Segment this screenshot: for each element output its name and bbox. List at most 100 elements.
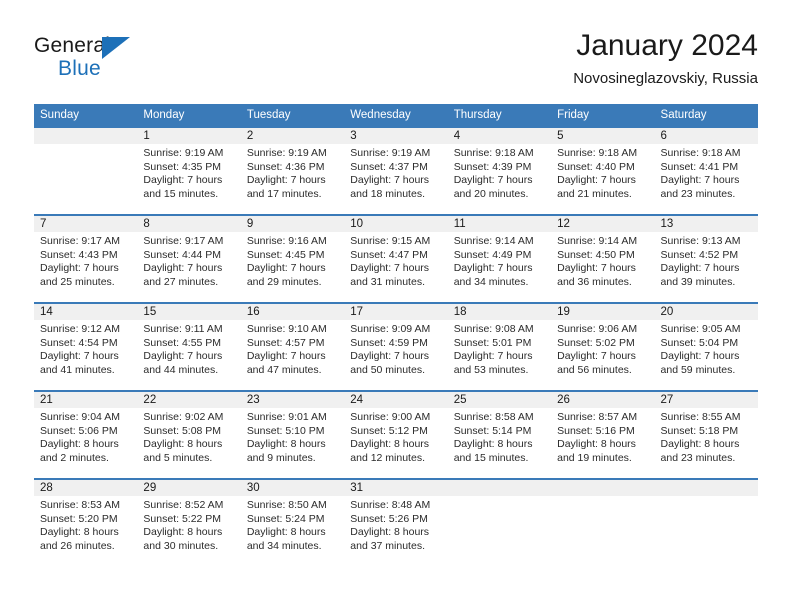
sunset-text: Sunset: 4:47 PM [350,248,428,261]
day-number: 25 [447,392,552,408]
sunrise-text: Sunrise: 9:08 AM [453,323,534,335]
weekday-header-wednesday: Wednesday [344,104,448,127]
daylight-text-line2: and 17 minutes. [246,187,322,200]
day-cell[interactable]: 22 Sunrise: 9:02 AM Sunset: 5:08 PM Dayligh… [137,390,241,479]
daylight-text-line1: Daylight: 7 hours [660,174,740,187]
sunrise-text: Sunrise: 9:16 AM [246,235,327,247]
calendar-page: General Blue January 2024 Novosineglazov… [0,0,792,612]
day-cell[interactable]: 21 Sunrise: 9:04 AM Sunset: 5:06 PM Dayligh… [34,390,138,479]
daylight-text-line1: Daylight: 7 hours [453,262,533,275]
day-cell[interactable]: 6 Sunrise: 9:18 AM Sunset: 4:41 PM Daylight… [654,126,758,215]
day-cell[interactable]: 30 Sunrise: 8:50 AM Sunset: 5:24 PM Dayligh… [240,478,345,566]
day-number: 4 [447,128,552,144]
sunset-text: Sunset: 4:35 PM [143,160,222,173]
weekday-header-sunday: Sunday [34,104,138,127]
day-number: 6 [654,128,758,144]
day-cell[interactable]: 17 Sunrise: 9:09 AM Sunset: 4:59 PM Dayligh… [344,302,448,391]
day-cell[interactable]: 24 Sunrise: 9:00 AM Sunset: 5:12 PM Dayligh… [344,390,448,479]
daylight-text-line2: and 39 minutes. [660,275,736,288]
day-cell[interactable]: 13 Sunrise: 9:13 AM Sunset: 4:52 PM Dayligh… [654,214,758,303]
sunrise-text: Sunrise: 9:09 AM [350,323,431,335]
day-cell[interactable] [654,478,758,566]
daylight-text-line1: Daylight: 8 hours [246,438,326,451]
logo-text-general: General [34,34,111,57]
day-cell[interactable]: 19 Sunrise: 9:06 AM Sunset: 5:02 PM Dayligh… [551,302,655,391]
day-cell[interactable] [551,478,655,566]
daylight-text-line2: and 12 minutes. [350,451,425,464]
day-cell[interactable]: 7 Sunrise: 9:17 AM Sunset: 4:43 PM Daylight… [34,214,138,303]
daylight-text-line1: Daylight: 7 hours [350,174,430,187]
week-row: 7 Sunrise: 9:17 AM Sunset: 4:43 PM Daylight… [34,214,758,303]
day-cell[interactable]: 5 Sunrise: 9:18 AM Sunset: 4:40 PM Daylight… [551,126,655,215]
day-cell[interactable]: 9 Sunrise: 9:16 AM Sunset: 4:45 PM Daylight… [240,214,345,303]
daylight-text-line2: and 23 minutes. [660,187,736,200]
daylight-text-line1: Daylight: 8 hours [660,438,740,451]
day-cell[interactable]: 8 Sunrise: 9:17 AM Sunset: 4:44 PM Daylight… [137,214,241,303]
sunset-text: Sunset: 4:43 PM [40,248,118,261]
sunset-text: Sunset: 5:06 PM [40,424,118,437]
sunset-text: Sunset: 5:24 PM [246,512,325,525]
day-cell[interactable]: 4 Sunrise: 9:18 AM Sunset: 4:39 PM Daylight… [447,126,552,215]
day-cell[interactable]: 29 Sunrise: 8:52 AM Sunset: 5:22 PM Dayligh… [137,478,241,566]
day-cell[interactable]: 10 Sunrise: 9:15 AM Sunset: 4:47 PM Dayligh… [344,214,448,303]
sunrise-text: Sunrise: 9:10 AM [246,323,327,335]
daylight-text-line1: Daylight: 8 hours [350,438,430,451]
daylight-text-line1: Daylight: 8 hours [40,438,119,451]
week-row: 1 Sunrise: 9:19 AM Sunset: 4:35 PM Daylight… [34,126,758,215]
day-number [654,480,758,496]
daylight-text-line1: Daylight: 7 hours [143,350,223,363]
day-cell[interactable]: 15 Sunrise: 9:11 AM Sunset: 4:55 PM Dayligh… [137,302,241,391]
day-cell[interactable]: 18 Sunrise: 9:08 AM Sunset: 5:01 PM Dayligh… [447,302,552,391]
sunrise-text: Sunrise: 8:48 AM [350,499,431,511]
day-cell[interactable]: 28 Sunrise: 8:53 AM Sunset: 5:20 PM Dayligh… [34,478,138,566]
logo-text-blue: Blue [58,57,101,80]
day-cell[interactable]: 16 Sunrise: 9:10 AM Sunset: 4:57 PM Dayligh… [240,302,345,391]
sunrise-text: Sunrise: 9:19 AM [143,147,224,159]
day-cell[interactable] [34,126,138,215]
day-number: 15 [137,304,241,320]
sunrise-text: Sunrise: 8:57 AM [557,411,638,423]
day-cell[interactable]: 2 Sunrise: 9:19 AM Sunset: 4:36 PM Daylight… [240,126,345,215]
day-cell[interactable]: 26 Sunrise: 8:57 AM Sunset: 5:16 PM Dayligh… [551,390,655,479]
day-cell[interactable]: 3 Sunrise: 9:19 AM Sunset: 4:37 PM Daylight… [344,126,448,215]
day-cell[interactable]: 27 Sunrise: 8:55 AM Sunset: 5:18 PM Dayligh… [654,390,758,479]
sunset-text: Sunset: 4:55 PM [143,336,222,349]
daylight-text-line2: and 44 minutes. [143,363,219,376]
weekday-header-saturday: Saturday [654,104,758,127]
daylight-text-line1: Daylight: 7 hours [350,350,430,363]
sunrise-text: Sunrise: 9:05 AM [660,323,741,335]
daylight-text-line1: Daylight: 7 hours [246,262,326,275]
sunrise-text: Sunrise: 9:19 AM [246,147,327,159]
week-row: 14 Sunrise: 9:12 AM Sunset: 4:54 PM Dayligh… [34,302,758,391]
day-number: 28 [34,480,138,496]
day-cell[interactable]: 14 Sunrise: 9:12 AM Sunset: 4:54 PM Dayligh… [34,302,138,391]
daylight-text-line2: and 34 minutes. [453,275,529,288]
daylight-text-line1: Daylight: 7 hours [557,174,636,187]
day-number [551,480,655,496]
sunset-text: Sunset: 5:04 PM [660,336,739,349]
day-cell[interactable]: 25 Sunrise: 8:58 AM Sunset: 5:14 PM Dayligh… [447,390,552,479]
day-cell[interactable] [447,478,552,566]
day-number: 13 [654,216,758,232]
daylight-text-line1: Daylight: 7 hours [40,350,119,363]
day-number: 20 [654,304,758,320]
day-cell[interactable]: 12 Sunrise: 9:14 AM Sunset: 4:50 PM Dayligh… [551,214,655,303]
day-cell[interactable]: 1 Sunrise: 9:19 AM Sunset: 4:35 PM Daylight… [137,126,241,215]
weekday-header-monday: Monday [137,104,241,127]
sunset-text: Sunset: 4:52 PM [660,248,739,261]
day-cell[interactable]: 23 Sunrise: 9:01 AM Sunset: 5:10 PM Dayligh… [240,390,345,479]
sunset-text: Sunset: 4:49 PM [453,248,532,261]
daylight-text-line1: Daylight: 7 hours [557,262,636,275]
day-number: 12 [551,216,655,232]
sunset-text: Sunset: 4:37 PM [350,160,428,173]
day-number: 21 [34,392,138,408]
title-block: January 2024 Novosineglazovskiy, Russia [573,28,758,90]
day-cell[interactable]: 20 Sunrise: 9:05 AM Sunset: 5:04 PM Dayligh… [654,302,758,391]
sunset-text: Sunset: 5:01 PM [453,336,532,349]
daylight-text-line2: and 29 minutes. [246,275,322,288]
day-cell[interactable]: 31 Sunrise: 8:48 AM Sunset: 5:26 PM Dayligh… [344,478,448,566]
sunrise-text: Sunrise: 9:02 AM [143,411,224,423]
sunrise-text: Sunrise: 9:00 AM [350,411,431,423]
day-cell[interactable]: 11 Sunrise: 9:14 AM Sunset: 4:49 PM Dayligh… [447,214,552,303]
sunset-text: Sunset: 5:20 PM [40,512,118,525]
